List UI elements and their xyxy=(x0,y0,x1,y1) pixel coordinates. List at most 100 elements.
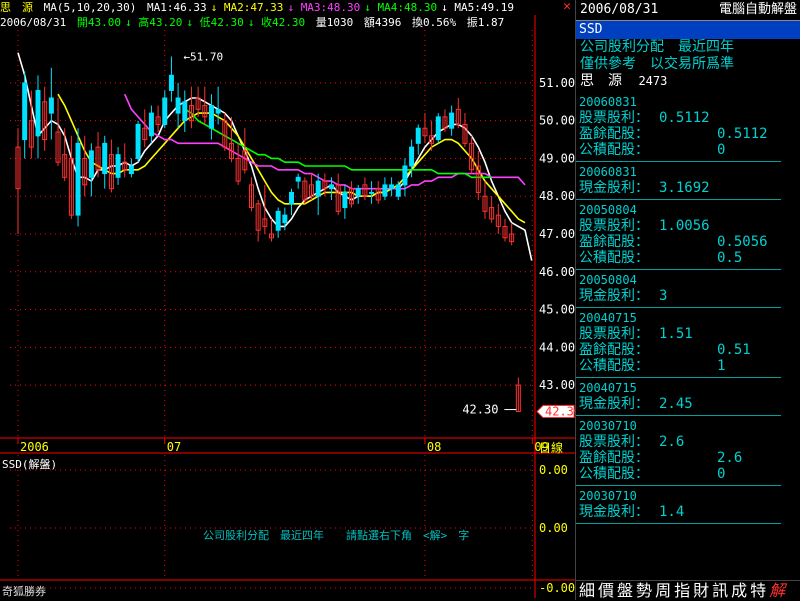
record-row-cash-div: 現金股利： 1.4 xyxy=(576,504,781,520)
nav-tab-1[interactable]: 價 xyxy=(598,581,614,601)
record-date: 20040715 xyxy=(579,381,637,395)
record-label: 現金股利： xyxy=(579,504,649,520)
record-row-stock-div: 股票股利： 0.5112 xyxy=(576,110,781,126)
record-label: 盈餘配股： xyxy=(579,342,649,358)
record-value: 3 xyxy=(659,288,668,304)
candle-body xyxy=(22,82,28,141)
record-row-earn-div: 盈餘配股： 0.5056 xyxy=(576,234,781,250)
candle-body xyxy=(148,112,154,137)
candle-body xyxy=(128,165,134,175)
record-date: 20040715 xyxy=(579,311,637,325)
candle-body xyxy=(342,191,348,209)
candle-body xyxy=(295,176,301,182)
record-label: 公積配股： xyxy=(579,142,649,158)
record-label: 股票股利： xyxy=(579,110,649,126)
candle-body xyxy=(329,184,335,190)
record-label: 現金股利： xyxy=(579,180,649,196)
candle-body xyxy=(382,184,388,197)
y-tick-label: 44.00 xyxy=(539,340,575,354)
candle-body xyxy=(355,188,361,197)
candle-body xyxy=(48,97,54,114)
record-value: 0.51 xyxy=(717,342,751,358)
sub-y-tick-label: 0.00 xyxy=(539,463,568,477)
x-tick-label: 08 xyxy=(427,440,441,454)
broker-label: 奇狐勝券 xyxy=(2,585,46,598)
nav-tab-4[interactable]: 周 xyxy=(655,581,671,601)
y-tick-label: 51.00 xyxy=(539,76,575,90)
panel-date: 2006/08/31 xyxy=(580,2,659,17)
record-date: 20060831 xyxy=(579,165,637,179)
record-row-cash-div: 現金股利： 2.45 xyxy=(576,396,781,412)
panel-stock-name: 思 源 xyxy=(580,73,622,89)
nav-tab-8[interactable]: 成 xyxy=(731,581,747,601)
record-label: 盈餘配股： xyxy=(579,126,649,142)
candle-body xyxy=(395,184,401,197)
record-label: 現金股利： xyxy=(579,288,649,304)
candle-body xyxy=(175,97,181,114)
y-tick-label: 46.00 xyxy=(539,265,575,279)
record-date: 20060831 xyxy=(579,95,637,109)
record-date: 20030710 xyxy=(579,419,637,433)
dividend-record: 20030710 股票股利： 2.6 盈餘配股： 2.6 公積配股： 0 xyxy=(576,416,781,486)
x-axis-label: 日線 xyxy=(539,440,563,455)
last-price-label: 42.30 xyxy=(545,405,575,419)
record-label: 現金股利： xyxy=(579,396,649,412)
sub-chart-label: SSD(解盤) xyxy=(2,458,58,471)
dividend-record: 20050804 股票股利： 1.0056 盈餘配股： 0.5056 公積配股： 0.5 xyxy=(576,200,781,270)
record-value: 1 xyxy=(717,358,726,374)
record-label: 公積配股： xyxy=(579,358,649,374)
record-row-reserve-div: 公積配股： 1 xyxy=(576,358,781,374)
record-value: 3.1692 xyxy=(659,180,710,196)
candle-body xyxy=(275,210,281,231)
price-chart[interactable]: 51.00 50.00 49.00 48.00 47.00 46.00 45.00 44.00… xyxy=(0,0,575,600)
candle-body xyxy=(102,142,108,175)
y-tick-label: 43.00 xyxy=(539,378,575,392)
record-value: 0 xyxy=(717,466,726,482)
record-label: 公積配股： xyxy=(579,250,649,266)
record-row-reserve-div: 公積配股： 0 xyxy=(576,142,781,158)
nav-tab-9[interactable]: 特 xyxy=(750,581,766,601)
record-value: 1.51 xyxy=(659,326,693,342)
nav-tab-0[interactable]: 細 xyxy=(579,581,595,601)
sub-chart-message: 公司股利分配 最近四年 請點選右下角 <解> 字 xyxy=(203,529,470,542)
nav-tab-3[interactable]: 勢 xyxy=(636,581,652,601)
record-value: 1.0056 xyxy=(659,218,710,234)
candle-body xyxy=(282,214,288,224)
ma-line-ma5 xyxy=(17,52,533,261)
record-value: 1.4 xyxy=(659,504,685,520)
nav-tab-5[interactable]: 指 xyxy=(674,581,690,601)
panel-stock: 思 源 2473 xyxy=(576,73,800,90)
candle-body xyxy=(88,150,94,178)
candle-body xyxy=(208,105,214,129)
record-value: 2.6 xyxy=(717,450,743,466)
ssd-indicator[interactable]: SSD xyxy=(576,21,800,39)
nav-tab-6[interactable]: 財 xyxy=(693,581,709,601)
panel-title: 電腦自動解盤 xyxy=(718,2,797,17)
record-label: 股票股利： xyxy=(579,218,649,234)
candle-body xyxy=(415,127,421,144)
candle-body xyxy=(435,116,441,141)
candle-body xyxy=(135,123,141,159)
record-value: 0.5056 xyxy=(717,234,768,250)
record-date: 20030710 xyxy=(579,489,637,503)
record-row-cash-div: 現金股利： 3.1692 xyxy=(576,180,781,196)
y-tick-label: 49.00 xyxy=(539,151,575,165)
record-row-stock-div: 股票股利： 1.51 xyxy=(576,326,781,342)
nav-tab-10[interactable]: 解 xyxy=(769,581,785,601)
candle-body xyxy=(402,165,408,186)
candle-body xyxy=(115,154,121,178)
nav-tab-2[interactable]: 盤 xyxy=(617,581,633,601)
record-row-stock-div: 股票股利： 1.0056 xyxy=(576,218,781,234)
nav-tab-7[interactable]: 訊 xyxy=(712,581,728,601)
candle-body xyxy=(315,180,321,197)
record-row-earn-div: 盈餘配股： 0.5112 xyxy=(576,126,781,142)
panel-stock-code: 2473 xyxy=(638,74,668,88)
sub-y-tick-label: 0.00 xyxy=(539,521,568,535)
record-row-cash-div: 現金股利： 3 xyxy=(576,288,781,304)
record-label: 盈餘配股： xyxy=(579,450,649,466)
y-tick-label: 48.00 xyxy=(539,189,575,203)
y-tick-label: 47.00 xyxy=(539,227,575,241)
record-date: 20050804 xyxy=(579,203,637,217)
record-label: 盈餘配股： xyxy=(579,234,649,250)
record-label: 股票股利： xyxy=(579,326,649,342)
